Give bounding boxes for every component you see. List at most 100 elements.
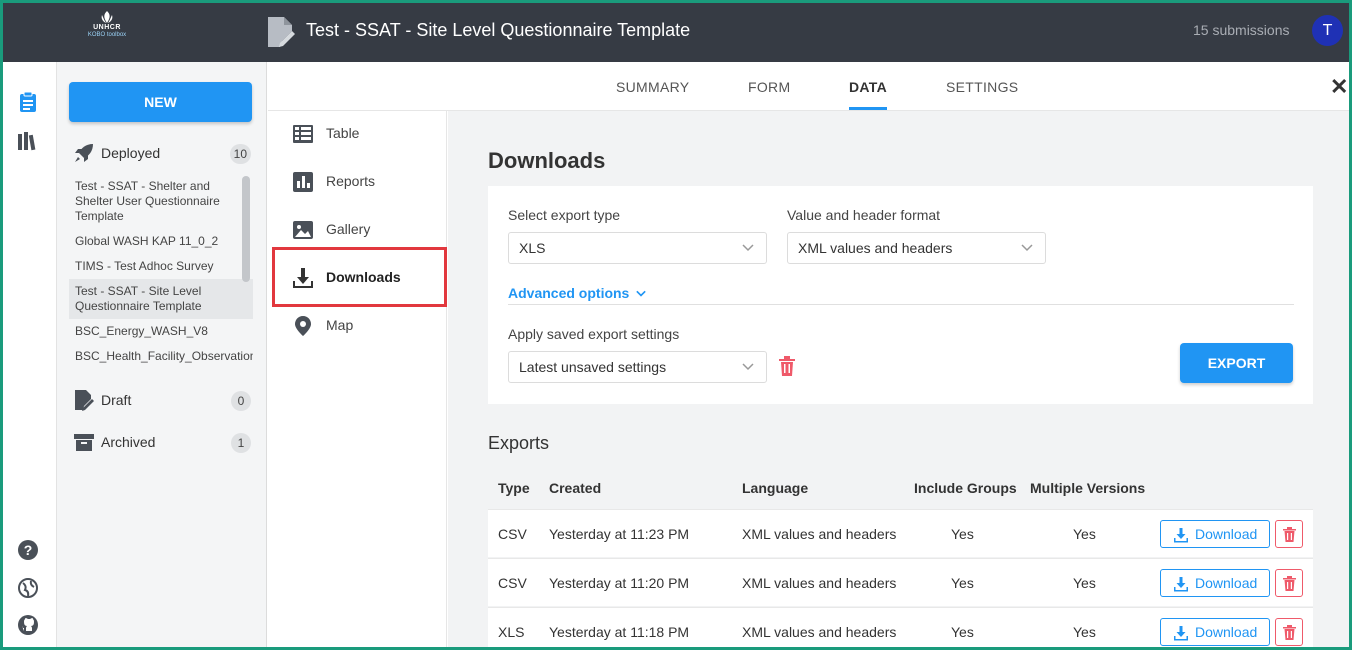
list-item[interactable]: TIMS - Test Adhoc Survey bbox=[69, 254, 253, 279]
active-tab-indicator bbox=[849, 107, 887, 110]
project-tabs: SUMMARY FORM DATA SETTINGS ✕ bbox=[268, 62, 1352, 111]
delete-saved-settings-trash-icon[interactable] bbox=[778, 356, 796, 376]
download-icon bbox=[1174, 528, 1188, 543]
github-icon[interactable] bbox=[17, 614, 39, 636]
highlight-annotation-box bbox=[272, 247, 447, 307]
saved-settings-label: Apply saved export settings bbox=[508, 326, 680, 342]
divider bbox=[508, 304, 1294, 305]
cell-type: CSV bbox=[498, 575, 527, 591]
sidebar-category-draft[interactable]: Draft 0 bbox=[73, 389, 251, 413]
downloads-panel: Downloads Select export type XLS Value a… bbox=[448, 111, 1352, 650]
draft-form-icon bbox=[75, 390, 94, 411]
bar-chart-icon bbox=[293, 172, 313, 192]
cell-language: XML values and headers bbox=[742, 526, 897, 542]
list-item[interactable]: BSC_Health_Facility_Observation_v16 bbox=[69, 344, 253, 369]
subnav-item-reports[interactable]: Reports bbox=[292, 169, 442, 195]
column-header-include-groups: Include Groups bbox=[914, 480, 1017, 496]
page-title: Test - SSAT - Site Level Questionnaire T… bbox=[306, 20, 691, 40]
download-label: Download bbox=[1195, 575, 1258, 591]
forms-icon[interactable] bbox=[17, 91, 39, 113]
draft-label: Draft bbox=[101, 392, 132, 408]
delete-export-button[interactable] bbox=[1275, 569, 1303, 597]
chevron-down-icon bbox=[742, 363, 754, 371]
export-button[interactable]: EXPORT bbox=[1180, 343, 1293, 383]
cell-created: Yesterday at 11:20 PM bbox=[549, 575, 690, 591]
saved-settings-select[interactable]: Latest unsaved settings bbox=[508, 351, 767, 383]
svg-text:?: ? bbox=[24, 542, 33, 558]
avatar[interactable]: T bbox=[1312, 15, 1343, 46]
logo-product-text: KOBO toolbox bbox=[87, 32, 127, 38]
exports-table-header: Type Created Language Include Groups Mul… bbox=[488, 473, 1313, 509]
map-pin-icon bbox=[295, 316, 311, 336]
table-row: CSV Yesterday at 11:20 PM XML values and… bbox=[488, 558, 1313, 606]
subnav-label: Gallery bbox=[326, 221, 371, 237]
advanced-options-label: Advanced options bbox=[508, 285, 630, 301]
cell-language: XML values and headers bbox=[742, 624, 897, 640]
table-row: XLS Yesterday at 11:18 PM XML values and… bbox=[488, 607, 1313, 650]
new-button[interactable]: NEW bbox=[69, 82, 252, 122]
download-button[interactable]: Download bbox=[1160, 618, 1270, 646]
subnav-label: Reports bbox=[326, 173, 376, 189]
delete-export-button[interactable] bbox=[1275, 520, 1303, 548]
sidebar-scrollbar[interactable] bbox=[242, 176, 250, 282]
cell-multiple-versions: Yes bbox=[1073, 624, 1096, 640]
download-button[interactable]: Download bbox=[1160, 520, 1270, 548]
advanced-options-toggle[interactable]: Advanced options bbox=[508, 285, 647, 301]
tab-form[interactable]: FORM bbox=[748, 79, 790, 95]
exports-heading: Exports bbox=[488, 433, 550, 453]
list-item-active[interactable]: Test - SSAT - Site Level Questionnaire T… bbox=[69, 279, 253, 319]
trash-icon bbox=[1283, 576, 1296, 591]
export-type-select[interactable]: XLS bbox=[508, 232, 767, 264]
trash-icon bbox=[1283, 625, 1296, 640]
chevron-down-icon bbox=[1021, 244, 1033, 252]
download-label: Download bbox=[1195, 526, 1258, 542]
deployed-label: Deployed bbox=[101, 145, 161, 161]
cell-language: XML values and headers bbox=[742, 575, 897, 591]
icon-rail: ? bbox=[0, 62, 57, 650]
subnav-item-gallery[interactable]: Gallery bbox=[292, 217, 442, 243]
subnav-label: Table bbox=[326, 125, 360, 141]
column-header-multiple-versions: Multiple Versions bbox=[1030, 480, 1146, 496]
help-icon[interactable]: ? bbox=[17, 539, 39, 561]
deployed-form-list: Test - SSAT - Shelter and Shelter User Q… bbox=[69, 174, 253, 370]
format-label: Value and header format bbox=[787, 207, 941, 223]
tab-data[interactable]: DATA bbox=[849, 79, 887, 95]
column-header-created: Created bbox=[549, 480, 602, 496]
list-item[interactable]: BSC_Energy_WASH_V8 bbox=[69, 319, 253, 344]
language-globe-icon[interactable] bbox=[17, 577, 39, 599]
delete-export-button[interactable] bbox=[1275, 618, 1303, 646]
subnav-label: Map bbox=[326, 317, 354, 333]
export-type-value: XLS bbox=[519, 240, 546, 256]
format-select[interactable]: XML values and headers bbox=[787, 232, 1046, 264]
download-button[interactable]: Download bbox=[1160, 569, 1270, 597]
deployed-count-badge: 10 bbox=[229, 144, 251, 164]
cell-created: Yesterday at 11:23 PM bbox=[549, 526, 690, 542]
column-header-language: Language bbox=[742, 480, 809, 496]
export-settings-card: Select export type XLS Value and header … bbox=[488, 186, 1313, 404]
sidebar-category-deployed[interactable]: Deployed 10 bbox=[73, 142, 251, 166]
library-icon[interactable] bbox=[17, 130, 39, 152]
app-logo[interactable]: UNHCR KOBO toolbox bbox=[76, 10, 138, 54]
cell-created: Yesterday at 11:18 PM bbox=[549, 624, 690, 640]
saved-settings-value: Latest unsaved settings bbox=[519, 359, 667, 375]
subnav-item-map[interactable]: Map bbox=[292, 313, 442, 339]
list-item[interactable]: Test - SSAT - Shelter and Shelter User Q… bbox=[69, 174, 253, 229]
unhcr-logo-icon bbox=[101, 11, 113, 23]
format-value: XML values and headers bbox=[798, 240, 953, 256]
download-label: Download bbox=[1195, 624, 1258, 640]
close-icon[interactable]: ✕ bbox=[1330, 74, 1348, 100]
sidebar-category-archived[interactable]: Archived 1 bbox=[73, 431, 251, 455]
archived-count-badge: 1 bbox=[231, 433, 251, 453]
subnav-item-table[interactable]: Table bbox=[292, 121, 442, 147]
tab-settings[interactable]: SETTINGS bbox=[946, 79, 1018, 95]
tab-summary[interactable]: SUMMARY bbox=[616, 79, 689, 95]
cell-multiple-versions: Yes bbox=[1073, 575, 1096, 591]
list-item[interactable]: Global WASH KAP 11_0_2 bbox=[69, 229, 253, 254]
table-row: CSV Yesterday at 11:23 PM XML values and… bbox=[488, 509, 1313, 557]
downloads-heading: Downloads bbox=[488, 148, 606, 173]
cell-multiple-versions: Yes bbox=[1073, 526, 1096, 542]
draft-count-badge: 0 bbox=[231, 391, 251, 411]
download-icon bbox=[1174, 626, 1188, 641]
chevron-down-icon bbox=[636, 290, 647, 297]
cell-include-groups: Yes bbox=[951, 526, 974, 542]
